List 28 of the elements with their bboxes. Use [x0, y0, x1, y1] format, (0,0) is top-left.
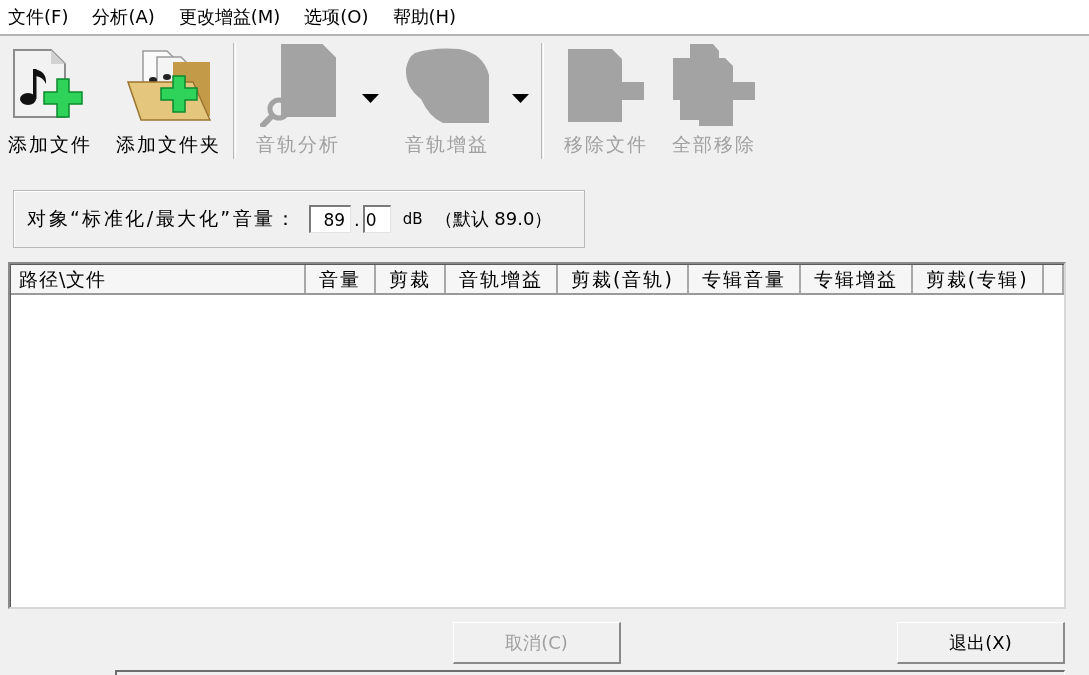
- menu-item[interactable]: 更改增益(M): [178, 5, 281, 29]
- unit-label: dB: [402, 210, 423, 228]
- column-header[interactable]: 专辑增益: [800, 265, 913, 293]
- column-header[interactable]: 剪裁(专辑): [912, 265, 1044, 293]
- default-note: （默认 89.0）: [434, 207, 553, 231]
- column-header[interactable]: 路径\文件: [11, 265, 306, 293]
- volume-integer-field[interactable]: 89: [309, 205, 352, 233]
- pages-minus-icon: [673, 44, 755, 126]
- menu-item[interactable]: 帮助(H): [392, 5, 457, 29]
- add-folder-button[interactable]: 添加文件夹: [116, 43, 221, 157]
- file-list[interactable]: 路径\文件 音量 剪裁 音轨增益 剪裁(音轨) 专辑音量 专辑增益 剪裁(专辑): [8, 262, 1066, 609]
- decimal-point: .: [354, 208, 360, 230]
- column-header[interactable]: 专辑音量: [688, 265, 801, 293]
- page-minus-icon: [568, 48, 644, 122]
- target-volume-label: 对象“标准化/最大化”音量：: [27, 206, 298, 231]
- menu-item[interactable]: 选项(O): [304, 5, 369, 29]
- column-header[interactable]: 剪裁(音轨): [558, 265, 689, 293]
- menu-item[interactable]: 文件(F): [8, 5, 69, 29]
- rounded-silhouette-icon: [403, 46, 490, 124]
- column-header[interactable]: 音轨增益: [446, 265, 558, 293]
- column-header[interactable]: 剪裁: [376, 265, 446, 293]
- column-header[interactable]: 音量: [306, 265, 376, 293]
- folder-plus-icon: [126, 49, 211, 121]
- add-file-button[interactable]: 添加文件: [8, 43, 92, 157]
- volume-decimal-field[interactable]: 0: [362, 205, 391, 233]
- page-magnifier-icon: [260, 43, 336, 127]
- menu-item[interactable]: 分析(A): [92, 5, 155, 29]
- exit-button[interactable]: 退出(X): [897, 622, 1065, 664]
